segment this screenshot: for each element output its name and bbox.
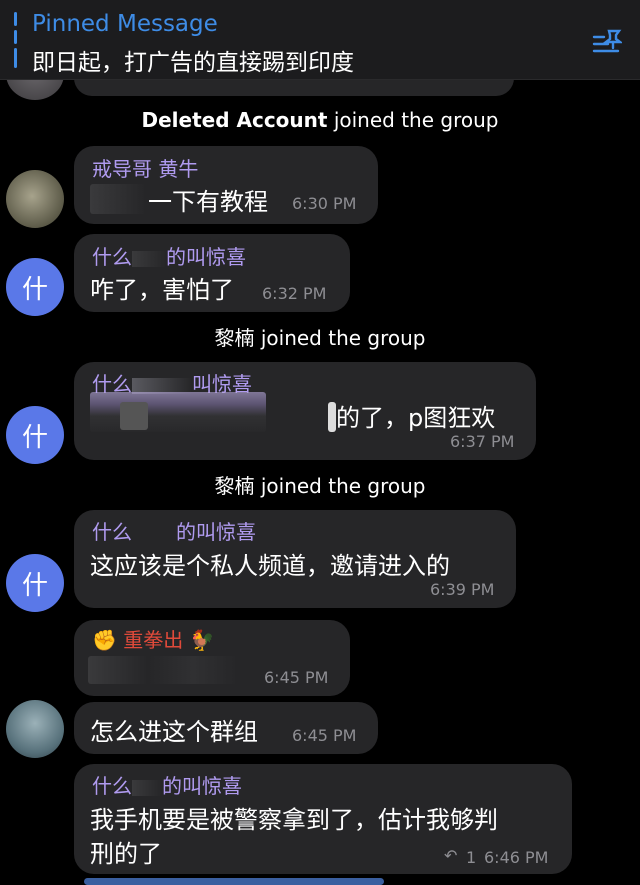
avatar[interactable] — [6, 700, 64, 758]
sender-name[interactable]: ✊ 重拳出 🐓 — [92, 624, 215, 653]
message-text: 我手机要是被警察拿到了，估计我够判 — [90, 806, 498, 834]
avatar[interactable]: 什 — [6, 258, 64, 316]
service-user-name[interactable]: 黎楠 — [214, 474, 254, 498]
pinned-list-icon[interactable] — [592, 28, 622, 56]
service-message: Deleted Account joined the group — [0, 108, 640, 132]
message-bubble: ✊ 重拳出 🐓 6:45 PM — [74, 620, 350, 696]
message-time: 6:39 PM — [430, 580, 495, 599]
message-text: 一下有教程 — [148, 188, 268, 216]
message-bubble: 什么 的叫惊喜 我手机要是被警察拿到了，估计我够判 刑的了 ↶ 1 6:46 PM — [74, 764, 572, 874]
message-time: 6:32 PM — [262, 284, 327, 303]
message-text: 这应该是个私人频道，邀请进入的 — [90, 552, 450, 580]
message-text: 怎么进这个群组 — [90, 718, 258, 746]
pinned-message-bar[interactable]: Pinned Message 即日起，打广告的直接踢到印度 — [0, 0, 640, 80]
message-bubble: 怎么进这个群组 6:45 PM — [74, 702, 378, 754]
message-time: 6:46 PM — [484, 848, 549, 867]
message-bubble: 什么 叫惊喜 的了，p图狂欢 6:37 PM — [74, 362, 536, 460]
avatar[interactable]: 什 — [6, 554, 64, 612]
sender-name[interactable]: 戒导哥 黄牛 — [92, 153, 198, 182]
sender-name[interactable]: 什么 的叫惊喜 — [92, 241, 246, 270]
service-action: joined the group — [260, 326, 426, 350]
message-time: 6:37 PM — [450, 432, 515, 451]
message-text: 咋了，害怕了 — [90, 276, 234, 304]
service-action: joined the group — [333, 108, 499, 132]
avatar[interactable]: 什 — [6, 406, 64, 464]
pinned-title: Pinned Message — [32, 11, 218, 37]
service-message: 黎楠 joined the group — [0, 470, 640, 499]
message-bubble: 戒导哥 黄牛 一下有教程 6:30 PM — [74, 146, 378, 224]
avatar[interactable] — [6, 170, 64, 228]
message-text: 的了，p图狂欢 — [336, 404, 496, 432]
rooster-emoji: 🐓 — [189, 628, 215, 652]
reply-count: 1 — [466, 848, 477, 867]
pinned-text: 即日起，打广告的直接踢到印度 — [32, 50, 354, 76]
message-bubble: 什么 的叫惊喜 这应该是个私人频道，邀请进入的 6:39 PM — [74, 510, 516, 608]
service-user-name[interactable]: Deleted Account — [142, 108, 328, 132]
service-user-name[interactable]: 黎楠 — [214, 326, 254, 350]
service-message: 黎楠 joined the group — [0, 322, 640, 351]
service-action: joined the group — [260, 474, 426, 498]
message-time: 6:30 PM — [292, 194, 357, 213]
pinned-indicator — [14, 12, 17, 70]
reply-arrow-icon[interactable]: ↶ — [444, 846, 457, 865]
message-bubble: 什么 的叫惊喜 咋了，害怕了 6:32 PM — [74, 234, 350, 312]
sender-name[interactable]: 什么 的叫惊喜 — [92, 516, 256, 545]
message-time: 6:45 PM — [292, 726, 357, 745]
message-time: 6:45 PM — [264, 668, 329, 687]
next-bubble-edge — [84, 878, 384, 885]
sender-name[interactable]: 什么 的叫惊喜 — [92, 770, 242, 799]
message-text: 刑的了 — [90, 840, 162, 868]
fist-emoji: ✊ — [92, 628, 117, 652]
